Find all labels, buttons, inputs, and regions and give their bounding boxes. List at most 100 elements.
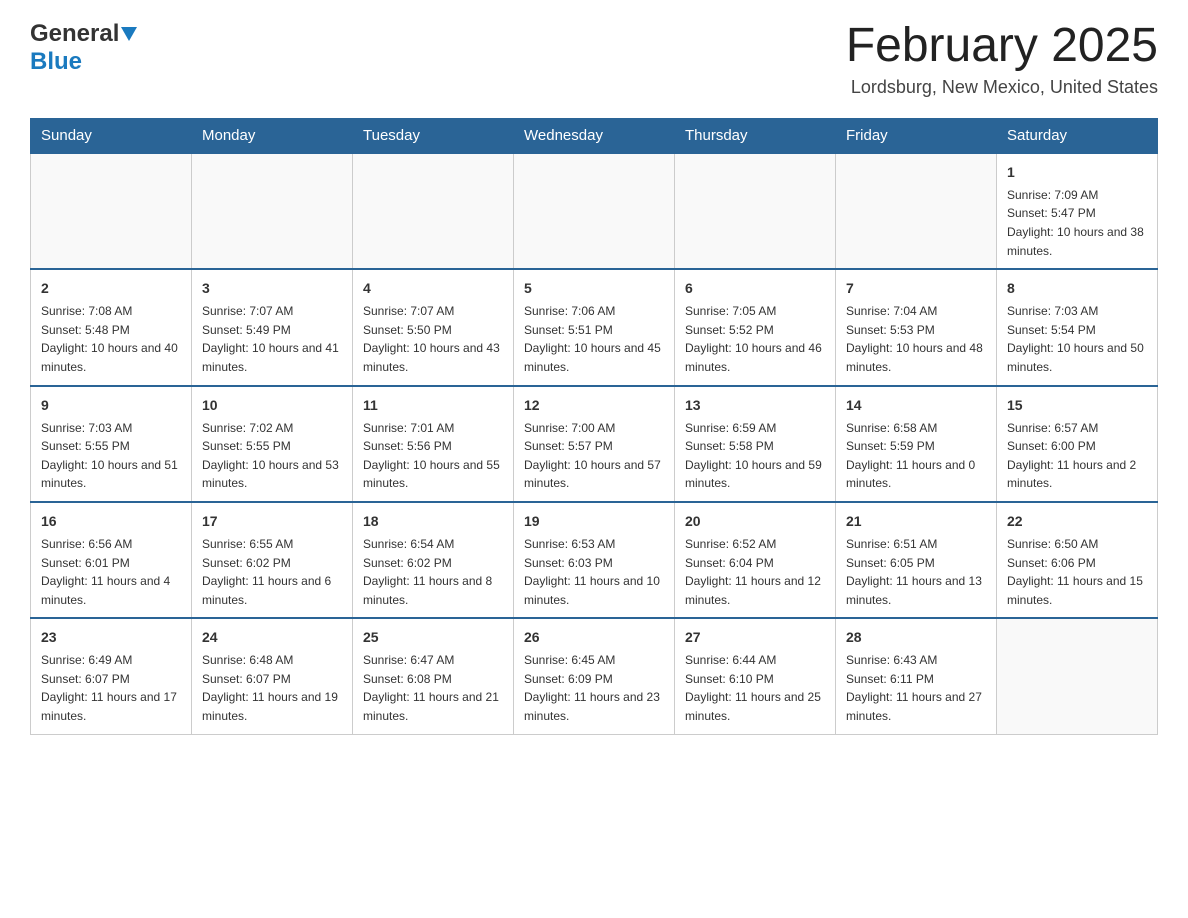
day-number: 12 xyxy=(524,395,664,416)
calendar-day-cell: 2 Sunrise: 7:08 AMSunset: 5:48 PMDaylight… xyxy=(31,269,192,385)
day-number: 4 xyxy=(363,278,503,299)
day-number: 6 xyxy=(685,278,825,299)
calendar-day-cell: 7 Sunrise: 7:04 AMSunset: 5:53 PMDaylight… xyxy=(836,269,997,385)
day-of-week-header: Wednesday xyxy=(514,118,675,153)
day-info: Sunrise: 7:00 AMSunset: 5:57 PMDaylight:… xyxy=(524,419,664,493)
day-number: 25 xyxy=(363,627,503,648)
day-info: Sunrise: 7:02 AMSunset: 5:55 PMDaylight:… xyxy=(202,419,342,493)
calendar-day-cell: 6 Sunrise: 7:05 AMSunset: 5:52 PMDaylight… xyxy=(675,269,836,385)
week-row: 23 Sunrise: 6:49 AMSunset: 6:07 PMDayligh… xyxy=(31,618,1158,734)
calendar-table: SundayMondayTuesdayWednesdayThursdayFrid… xyxy=(30,118,1158,735)
day-info: Sunrise: 7:07 AMSunset: 5:49 PMDaylight:… xyxy=(202,302,342,376)
day-info: Sunrise: 6:48 AMSunset: 6:07 PMDaylight:… xyxy=(202,651,342,725)
calendar-day-cell: 25 Sunrise: 6:47 AMSunset: 6:08 PMDayligh… xyxy=(353,618,514,734)
calendar-day-cell: 22 Sunrise: 6:50 AMSunset: 6:06 PMDayligh… xyxy=(997,502,1158,618)
logo-general-text: General xyxy=(30,20,119,48)
day-info: Sunrise: 7:03 AMSunset: 5:55 PMDaylight:… xyxy=(41,419,181,493)
day-number: 17 xyxy=(202,511,342,532)
day-info: Sunrise: 6:47 AMSunset: 6:08 PMDaylight:… xyxy=(363,651,503,725)
day-info: Sunrise: 7:03 AMSunset: 5:54 PMDaylight:… xyxy=(1007,302,1147,376)
day-number: 3 xyxy=(202,278,342,299)
day-number: 27 xyxy=(685,627,825,648)
day-info: Sunrise: 6:43 AMSunset: 6:11 PMDaylight:… xyxy=(846,651,986,725)
logo-blue-text: Blue xyxy=(30,48,82,76)
title-block: February 2025 Lordsburg, New Mexico, Uni… xyxy=(846,20,1158,98)
day-number: 7 xyxy=(846,278,986,299)
day-info: Sunrise: 6:54 AMSunset: 6:02 PMDaylight:… xyxy=(363,535,503,609)
day-number: 11 xyxy=(363,395,503,416)
calendar-day-cell: 28 Sunrise: 6:43 AMSunset: 6:11 PMDayligh… xyxy=(836,618,997,734)
day-info: Sunrise: 6:50 AMSunset: 6:06 PMDaylight:… xyxy=(1007,535,1147,609)
day-number: 22 xyxy=(1007,511,1147,532)
calendar-day-cell: 8 Sunrise: 7:03 AMSunset: 5:54 PMDaylight… xyxy=(997,269,1158,385)
location-subtitle: Lordsburg, New Mexico, United States xyxy=(846,77,1158,98)
calendar-day-cell: 24 Sunrise: 6:48 AMSunset: 6:07 PMDayligh… xyxy=(192,618,353,734)
calendar-day-cell: 12 Sunrise: 7:00 AMSunset: 5:57 PMDayligh… xyxy=(514,386,675,502)
day-info: Sunrise: 6:45 AMSunset: 6:09 PMDaylight:… xyxy=(524,651,664,725)
day-number: 24 xyxy=(202,627,342,648)
calendar-day-cell: 5 Sunrise: 7:06 AMSunset: 5:51 PMDaylight… xyxy=(514,269,675,385)
calendar-day-cell xyxy=(192,153,353,269)
day-info: Sunrise: 6:55 AMSunset: 6:02 PMDaylight:… xyxy=(202,535,342,609)
day-number: 5 xyxy=(524,278,664,299)
calendar-day-cell: 19Sunrise: 6:53 AMSunset: 6:03 PMDayligh… xyxy=(514,502,675,618)
calendar-day-cell: 1 Sunrise: 7:09 AMSunset: 5:47 PMDaylight… xyxy=(997,153,1158,269)
day-number: 26 xyxy=(524,627,664,648)
calendar-day-cell xyxy=(836,153,997,269)
day-info: Sunrise: 6:52 AMSunset: 6:04 PMDaylight:… xyxy=(685,535,825,609)
logo: General Blue xyxy=(30,20,137,76)
week-row: 16 Sunrise: 6:56 AMSunset: 6:01 PMDayligh… xyxy=(31,502,1158,618)
day-number: 1 xyxy=(1007,162,1147,183)
calendar-day-cell: 21Sunrise: 6:51 AMSunset: 6:05 PMDayligh… xyxy=(836,502,997,618)
day-info: Sunrise: 7:08 AMSunset: 5:48 PMDaylight:… xyxy=(41,302,181,376)
day-number: 19 xyxy=(524,511,664,532)
day-number: 16 xyxy=(41,511,181,532)
calendar-day-cell xyxy=(353,153,514,269)
calendar-day-cell xyxy=(675,153,836,269)
day-number: 9 xyxy=(41,395,181,416)
calendar-day-cell: 15 Sunrise: 6:57 AMSunset: 6:00 PMDayligh… xyxy=(997,386,1158,502)
day-info: Sunrise: 7:06 AMSunset: 5:51 PMDaylight:… xyxy=(524,302,664,376)
day-number: 14 xyxy=(846,395,986,416)
calendar-day-cell: 23 Sunrise: 6:49 AMSunset: 6:07 PMDayligh… xyxy=(31,618,192,734)
day-info: Sunrise: 7:09 AMSunset: 5:47 PMDaylight:… xyxy=(1007,186,1147,260)
calendar-day-cell xyxy=(514,153,675,269)
day-info: Sunrise: 7:07 AMSunset: 5:50 PMDaylight:… xyxy=(363,302,503,376)
day-info: Sunrise: 7:05 AMSunset: 5:52 PMDaylight:… xyxy=(685,302,825,376)
week-row: 2 Sunrise: 7:08 AMSunset: 5:48 PMDaylight… xyxy=(31,269,1158,385)
day-info: Sunrise: 6:49 AMSunset: 6:07 PMDaylight:… xyxy=(41,651,181,725)
day-number: 28 xyxy=(846,627,986,648)
calendar-day-cell xyxy=(31,153,192,269)
calendar-day-cell: 9 Sunrise: 7:03 AMSunset: 5:55 PMDaylight… xyxy=(31,386,192,502)
day-info: Sunrise: 6:57 AMSunset: 6:00 PMDaylight:… xyxy=(1007,419,1147,493)
day-number: 13 xyxy=(685,395,825,416)
day-number: 21 xyxy=(846,511,986,532)
day-number: 23 xyxy=(41,627,181,648)
day-info: Sunrise: 7:01 AMSunset: 5:56 PMDaylight:… xyxy=(363,419,503,493)
day-info: Sunrise: 6:44 AMSunset: 6:10 PMDaylight:… xyxy=(685,651,825,725)
day-number: 15 xyxy=(1007,395,1147,416)
page-header: General Blue February 2025 Lordsburg, Ne… xyxy=(30,20,1158,98)
day-info: Sunrise: 7:04 AMSunset: 5:53 PMDaylight:… xyxy=(846,302,986,376)
day-number: 2 xyxy=(41,278,181,299)
calendar-day-cell xyxy=(997,618,1158,734)
calendar-day-cell: 17 Sunrise: 6:55 AMSunset: 6:02 PMDayligh… xyxy=(192,502,353,618)
week-row: 9 Sunrise: 7:03 AMSunset: 5:55 PMDaylight… xyxy=(31,386,1158,502)
calendar-day-cell: 10 Sunrise: 7:02 AMSunset: 5:55 PMDayligh… xyxy=(192,386,353,502)
calendar-day-cell: 4 Sunrise: 7:07 AMSunset: 5:50 PMDaylight… xyxy=(353,269,514,385)
calendar-day-cell: 27 Sunrise: 6:44 AMSunset: 6:10 PMDayligh… xyxy=(675,618,836,734)
day-number: 10 xyxy=(202,395,342,416)
day-of-week-header: Monday xyxy=(192,118,353,153)
month-title: February 2025 xyxy=(846,20,1158,73)
calendar-day-cell: 20Sunrise: 6:52 AMSunset: 6:04 PMDayligh… xyxy=(675,502,836,618)
day-of-week-header: Saturday xyxy=(997,118,1158,153)
logo-triangle-icon xyxy=(121,27,137,41)
calendar-day-cell: 16 Sunrise: 6:56 AMSunset: 6:01 PMDayligh… xyxy=(31,502,192,618)
day-number: 18 xyxy=(363,511,503,532)
day-of-week-header: Friday xyxy=(836,118,997,153)
day-number: 8 xyxy=(1007,278,1147,299)
day-info: Sunrise: 6:56 AMSunset: 6:01 PMDaylight:… xyxy=(41,535,181,609)
day-info: Sunrise: 6:59 AMSunset: 5:58 PMDaylight:… xyxy=(685,419,825,493)
day-of-week-header: Tuesday xyxy=(353,118,514,153)
day-info: Sunrise: 6:58 AMSunset: 5:59 PMDaylight:… xyxy=(846,419,986,493)
